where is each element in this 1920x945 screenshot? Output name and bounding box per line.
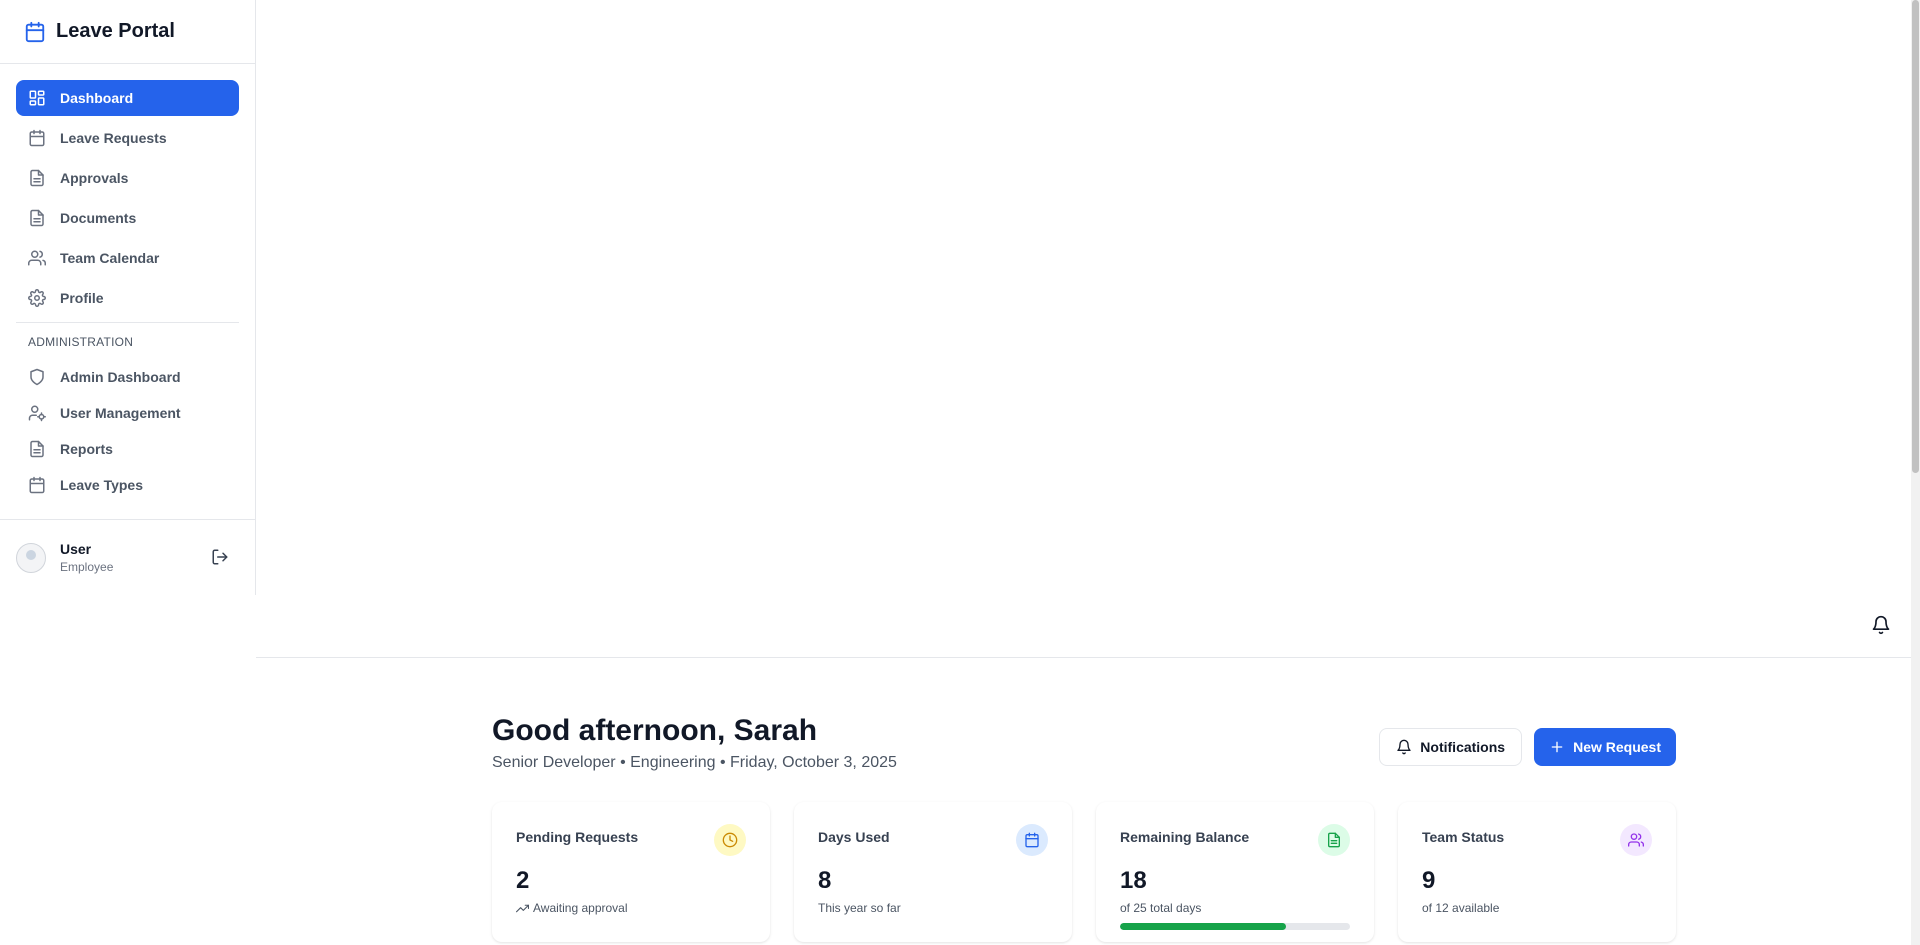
greeting-row: Good afternoon, Sarah Senior Developer •… [492,700,1676,772]
document-icon [1318,824,1350,856]
notifications-label: Notifications [1420,739,1506,755]
sidebar-item-profile[interactable]: Profile [16,280,239,316]
card-note: This year so far [818,901,901,915]
new-request-label: New Request [1573,739,1661,755]
card-note: of 12 available [1422,901,1500,915]
page-subtitle: Senior Developer • Engineering • Friday,… [492,754,897,771]
calendar-icon [28,476,46,494]
card-note-text: Awaiting approval [533,901,628,915]
stat-card-days-used: Days Used 8 This year so far [794,802,1072,942]
stat-cards: Pending Requests 2 Awaiting approval Day… [492,802,1676,942]
clock-icon [714,824,746,856]
calendar-icon [1016,824,1048,856]
user-gear-icon [28,404,46,422]
page-title: Good afternoon, Sarah [492,714,818,747]
sidebar-item-leave-types[interactable]: Leave Types [16,467,239,503]
sidebar-item-label: Team Calendar [60,250,160,266]
user-block: User Employee [0,519,255,595]
calendar-icon [24,21,46,43]
bell-icon [1396,739,1412,755]
plus-icon [1549,739,1565,755]
notifications-button[interactable]: Notifications [1379,728,1523,766]
card-note: of 25 total days [1120,901,1202,915]
user-name: User [60,541,92,557]
sidebar-item-approvals[interactable]: Approvals [16,160,239,196]
user-info: User Employee [60,541,113,574]
brand-title: Leave Portal [56,20,175,42]
sidebar-item-label: Documents [60,210,137,226]
logout-icon[interactable] [211,548,229,566]
brand: Leave Portal [0,0,255,64]
card-value: 8 [818,867,832,894]
sidebar-item-team-calendar[interactable]: Team Calendar [16,240,239,276]
page-scrollbar[interactable] [1911,0,1920,945]
admin-section-label: ADMINISTRATION [28,335,134,349]
new-request-button[interactable]: New Request [1534,728,1676,766]
document-icon [28,440,46,458]
users-icon [28,249,46,267]
card-title: Remaining Balance [1120,829,1250,845]
card-value: 9 [1422,867,1436,894]
sidebar-item-dashboard[interactable]: Dashboard [16,80,239,116]
header-actions: Notifications New Request [1379,728,1676,766]
main-nav: Dashboard Leave Requests Approvals Docum… [0,64,255,316]
scrollbar-thumb[interactable] [1912,0,1919,473]
stat-card-team-status: Team Status 9 of 12 available [1398,802,1676,942]
stat-card-remaining-balance: Remaining Balance 18 of 25 total days [1096,802,1374,942]
sidebar-divider [16,322,239,323]
balance-progress-fill [1120,923,1286,930]
users-icon [1620,824,1652,856]
stat-card-pending-requests: Pending Requests 2 Awaiting approval [492,802,770,942]
sidebar-item-admin-dashboard[interactable]: Admin Dashboard [16,359,239,395]
card-note: Awaiting approval [516,901,746,915]
sidebar-item-label: Approvals [60,170,129,186]
user-role: Employee [60,560,114,574]
shield-icon [28,368,46,386]
sidebar-item-documents[interactable]: Documents [16,200,239,236]
document-icon [28,169,46,187]
avatar [16,542,46,573]
top-header [256,595,1911,658]
document-icon [28,209,46,227]
calendar-icon [28,129,46,147]
sidebar-item-leave-requests[interactable]: Leave Requests [16,120,239,156]
card-title: Pending Requests [516,829,639,845]
sidebar-item-reports[interactable]: Reports [16,431,239,467]
sidebar-item-label: Dashboard [60,90,134,106]
sidebar: Leave Portal Dashboard Leave Requests Ap… [0,0,256,595]
gear-icon [28,289,46,307]
balance-progress-bar [1120,923,1350,930]
sidebar-item-label: Profile [60,290,104,306]
trending-up-icon [516,902,529,915]
greeting-block: Good afternoon, Sarah Senior Developer •… [492,700,897,772]
card-title: Team Status [1422,829,1505,845]
sidebar-item-label: Leave Types [60,477,144,493]
main-content: Good afternoon, Sarah Senior Developer •… [492,700,1676,942]
sidebar-item-label: Admin Dashboard [60,369,181,385]
card-value: 2 [516,867,530,894]
bell-icon[interactable] [1871,615,1891,635]
sidebar-item-label: Reports [60,441,113,457]
card-title: Days Used [818,829,890,845]
sidebar-item-user-management[interactable]: User Management [16,395,239,431]
sidebar-item-label: Leave Requests [60,130,167,146]
sidebar-item-label: User Management [60,405,181,421]
card-value: 18 [1120,867,1147,894]
admin-nav: Admin Dashboard User Management Reports … [0,359,255,503]
dashboard-icon [28,89,46,107]
